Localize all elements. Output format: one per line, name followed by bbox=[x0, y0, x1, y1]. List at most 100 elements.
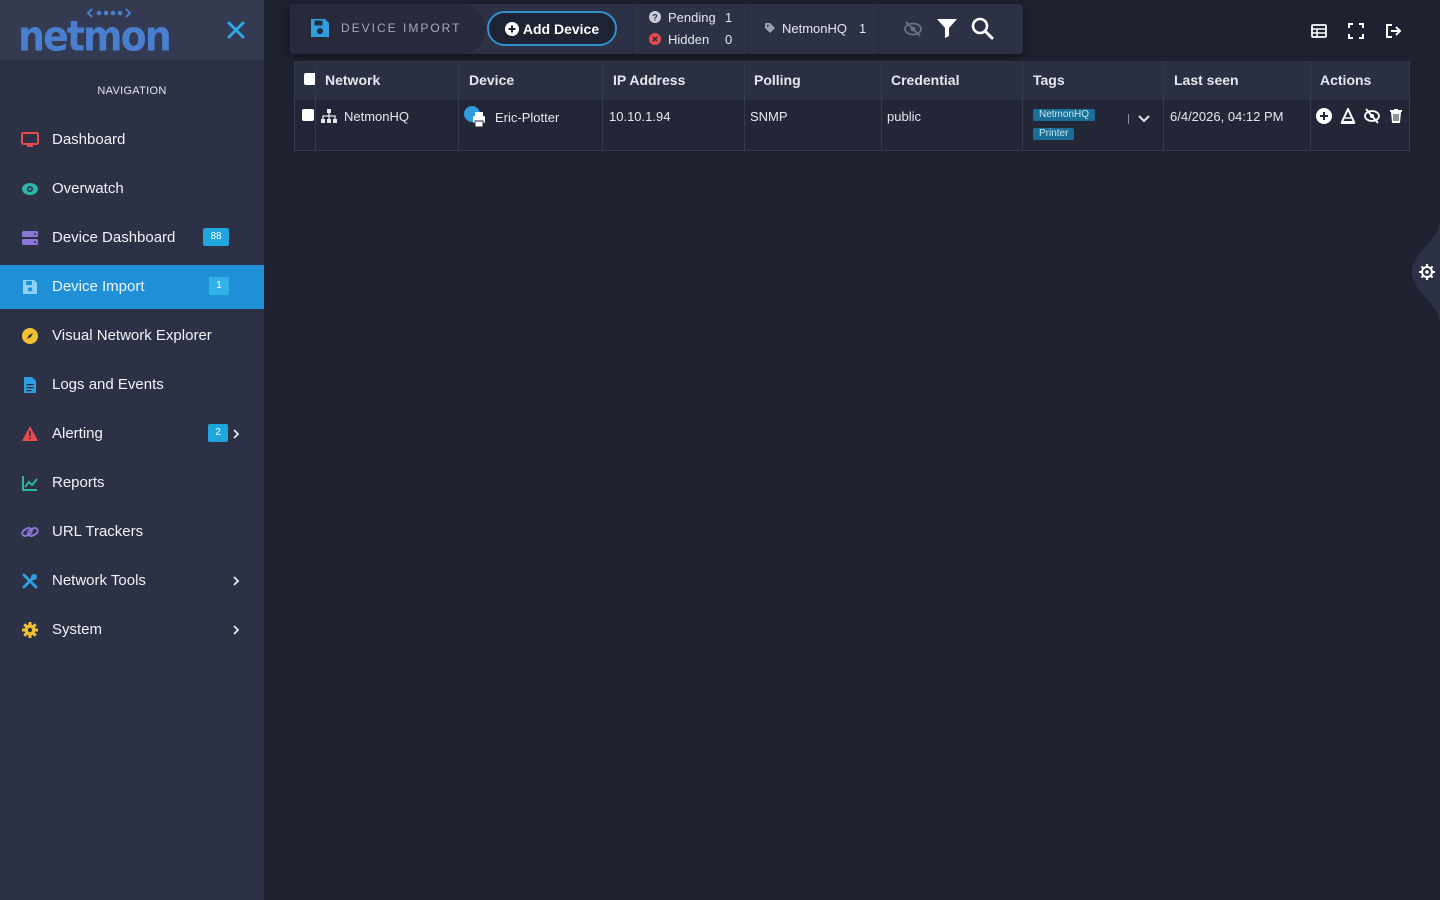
settings-panel-tab[interactable] bbox=[1408, 220, 1440, 324]
floppy-icon bbox=[23, 280, 37, 294]
add-device-button[interactable]: Add Device bbox=[487, 11, 617, 46]
chevron-right-icon bbox=[233, 429, 240, 439]
cell-ip-address: 10.10.1.94 bbox=[609, 109, 671, 124]
tag-badge: Printer bbox=[1033, 128, 1075, 140]
hidden-label: Hidden bbox=[668, 32, 710, 47]
divider bbox=[632, 4, 633, 54]
pending-count: 1 bbox=[725, 10, 733, 25]
divider bbox=[744, 61, 745, 151]
x-circle-icon bbox=[649, 33, 661, 45]
document-icon bbox=[24, 377, 36, 393]
hidden-count: 0 bbox=[725, 32, 733, 47]
fullscreen-icon[interactable] bbox=[1347, 22, 1365, 40]
sidebar-item-label: Device Dashboard bbox=[52, 229, 176, 246]
network-filter-label[interactable]: NetmonHQ bbox=[782, 21, 847, 36]
sidebar-item-label: Overwatch bbox=[52, 180, 124, 197]
column-header-polling[interactable]: Polling bbox=[754, 61, 801, 100]
nav-heading: NAVIGATION bbox=[97, 85, 167, 97]
sidebar-item-system[interactable]: System bbox=[0, 608, 264, 652]
filter-icon[interactable] bbox=[936, 17, 958, 39]
eye-slash-icon[interactable] bbox=[903, 20, 923, 38]
plus-circle-icon bbox=[504, 21, 519, 36]
divider bbox=[294, 61, 295, 151]
sidebar-item-logs-and-events[interactable]: Logs and Events bbox=[0, 363, 264, 407]
sidebar-item-label: Logs and Events bbox=[52, 376, 164, 393]
sidebar-item-device-import[interactable]: Device Import 1 bbox=[0, 265, 264, 309]
column-header-last-seen[interactable]: Last seen bbox=[1174, 61, 1239, 100]
search-icon[interactable] bbox=[970, 16, 994, 40]
divider bbox=[315, 61, 316, 151]
svg-text:?: ? bbox=[652, 13, 658, 23]
divider bbox=[1022, 61, 1023, 151]
logo-area: netmon bbox=[0, 0, 264, 60]
warning-icon bbox=[22, 426, 38, 441]
divider bbox=[1409, 61, 1410, 151]
hide-action-icon[interactable] bbox=[1364, 108, 1380, 124]
compass-icon bbox=[22, 328, 38, 344]
chevron-right-icon bbox=[233, 625, 240, 635]
tag-badge: NetmonHQ bbox=[1033, 109, 1096, 121]
sidebar-item-label: URL Trackers bbox=[52, 523, 144, 540]
divider bbox=[881, 61, 882, 151]
column-header-tags[interactable]: Tags bbox=[1033, 61, 1065, 100]
sidebar-item-label: Device Import bbox=[52, 278, 145, 295]
column-header-network[interactable]: Network bbox=[325, 61, 380, 100]
sidebar-item-label: Alerting bbox=[52, 425, 103, 442]
sidebar: netmon NAVIGATION Dashboard Overwatch De… bbox=[0, 0, 264, 900]
divider bbox=[878, 4, 879, 54]
sidebar-item-label: Visual Network Explorer bbox=[52, 327, 212, 344]
cell-credential: public bbox=[887, 109, 921, 124]
divider bbox=[1163, 61, 1164, 151]
gear-icon bbox=[22, 622, 38, 638]
tools-icon bbox=[22, 573, 38, 589]
close-sidebar-icon[interactable] bbox=[224, 18, 248, 42]
chart-line-icon bbox=[22, 476, 38, 491]
sidebar-item-url-trackers[interactable]: URL Trackers bbox=[0, 510, 264, 554]
column-header-ip-address[interactable]: IP Address bbox=[613, 61, 685, 100]
sidebar-item-label: System bbox=[52, 621, 103, 638]
sidebar-item-dashboard[interactable]: Dashboard bbox=[0, 118, 264, 162]
table-header: Network Device IP Address Polling Creden… bbox=[294, 61, 1410, 100]
sidebar-item-alerting[interactable]: Alerting 2 bbox=[0, 412, 264, 456]
cell-last-seen: 6/4/2026, 04:12 PM bbox=[1170, 109, 1284, 124]
table-row: NetmonHQ Eric-Plotter 10.10.1.94 SNMP pu… bbox=[294, 100, 1410, 151]
count-badge: 1 bbox=[209, 277, 229, 295]
page-title: DEVICE IMPORT bbox=[341, 21, 462, 35]
divider bbox=[458, 61, 459, 151]
divider bbox=[602, 61, 603, 151]
sidebar-item-network-tools[interactable]: Network Tools bbox=[0, 559, 264, 603]
sidebar-item-label: Network Tools bbox=[52, 572, 146, 589]
sidebar-item-label: Dashboard bbox=[52, 131, 126, 148]
sidebar-item-reports[interactable]: Reports bbox=[0, 461, 264, 505]
pending-label: Pending bbox=[668, 10, 716, 25]
add-device-action-icon[interactable] bbox=[1316, 108, 1332, 124]
cell-network: NetmonHQ bbox=[344, 109, 410, 124]
sidebar-item-label: Reports bbox=[52, 474, 105, 491]
network-filter-count: 1 bbox=[859, 21, 867, 36]
trash-icon[interactable] bbox=[1388, 108, 1404, 124]
tag-icon bbox=[765, 23, 775, 33]
logout-icon[interactable] bbox=[1384, 22, 1402, 40]
divider bbox=[748, 4, 749, 54]
column-header-credential[interactable]: Credential bbox=[891, 61, 959, 100]
logo: netmon bbox=[18, 11, 172, 61]
sidebar-item-visual-network-explorer[interactable]: Visual Network Explorer bbox=[0, 314, 264, 358]
chevron-down-icon[interactable] bbox=[1137, 113, 1151, 125]
chevron-right-icon bbox=[233, 576, 240, 586]
row-checkbox[interactable] bbox=[302, 109, 314, 121]
network-icon bbox=[321, 109, 337, 123]
question-circle-icon: ? bbox=[649, 11, 661, 23]
page-title-block: DEVICE IMPORT bbox=[290, 4, 486, 54]
clean-action-icon[interactable] bbox=[1340, 108, 1356, 124]
eye-icon bbox=[22, 183, 38, 195]
link-icon bbox=[21, 527, 39, 537]
gear-icon bbox=[1419, 264, 1435, 280]
table-view-icon[interactable] bbox=[1310, 22, 1328, 40]
count-badge: 88 bbox=[203, 228, 229, 246]
column-header-device[interactable]: Device bbox=[469, 61, 514, 100]
toolbar: DEVICE IMPORT Add Device ? Pending 1 Hid… bbox=[290, 4, 1023, 54]
cell-device[interactable]: Eric-Plotter bbox=[495, 110, 559, 125]
sidebar-item-device-dashboard[interactable]: Device Dashboard 88 bbox=[0, 216, 264, 260]
tag-divider bbox=[1128, 114, 1129, 124]
sidebar-item-overwatch[interactable]: Overwatch bbox=[0, 167, 264, 211]
